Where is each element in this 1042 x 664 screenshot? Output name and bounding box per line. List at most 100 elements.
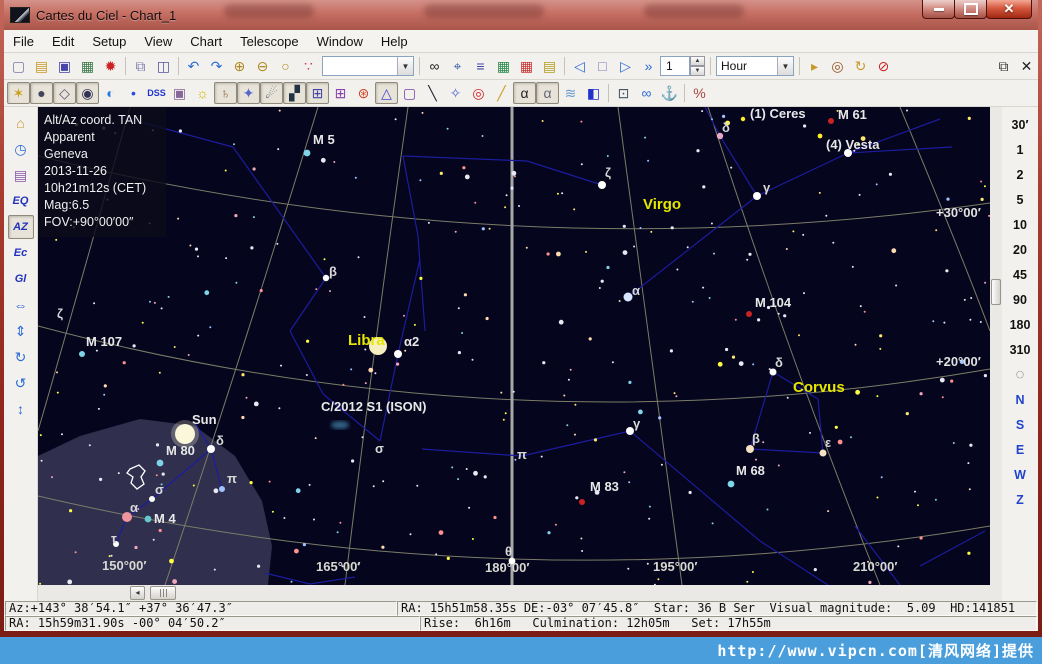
time-stop-button[interactable]: □ [591,55,614,77]
time-step-back-button[interactable]: ◁ [568,55,591,77]
gamma-vir-star[interactable] [753,192,761,200]
label-alt20[interactable]: +20°00′ [936,354,981,369]
link-charts-button[interactable]: ∞ [635,82,658,104]
label-alpha-vir[interactable]: α [632,283,640,298]
show-nebula-outlines-button[interactable]: ◇ [53,82,76,104]
telescope-slew-button[interactable]: ▸ [803,55,826,77]
horizontal-scroll-thumb[interactable] [150,586,176,600]
copy-chart-button[interactable]: ⧉ [129,55,152,77]
label-az180[interactable]: 180°00′ [485,560,529,575]
background-image-button[interactable]: ▣ [168,82,191,104]
time-step-forward-button[interactable]: ▷ [614,55,637,77]
menu-view[interactable]: View [135,31,181,52]
fov-button-310[interactable]: 310 [1004,337,1036,362]
print-button[interactable]: ▦ [76,55,99,77]
fov-button-10[interactable]: 10 [1004,212,1036,237]
label-m5[interactable]: M 5 [313,132,335,147]
flip-vertical-button[interactable]: ⇕ [8,319,34,343]
fov-button-1[interactable]: 1 [1004,137,1036,162]
m107[interactable] [79,351,85,357]
label-libra[interactable]: Libra [348,332,385,349]
panel-close-button[interactable]: ✕ [1015,55,1038,77]
minimize-button[interactable] [922,0,955,19]
fov-button-90[interactable]: 90 [1004,287,1036,312]
anchor-button[interactable]: ⚓ [658,82,681,104]
m83[interactable] [579,499,585,505]
label-virgo[interactable]: Virgo [643,196,681,213]
label-az195[interactable]: 195°00′ [653,559,697,574]
vertical-scrollbar[interactable] [990,107,1002,601]
add-label-button[interactable]: ⊡ [612,82,635,104]
menu-window[interactable]: Window [308,31,372,52]
label-az210[interactable]: 210°00′ [853,559,897,574]
sky-brightness-button[interactable]: ☼ [191,82,214,104]
menu-chart[interactable]: Chart [181,31,231,52]
fov-button-2[interactable]: 2 [1004,162,1036,187]
show-nebulae-button[interactable]: ● [30,82,53,104]
label-m4[interactable]: M 4 [154,511,176,526]
menu-file[interactable]: File [4,31,43,52]
alpha2-lib-star[interactable] [394,350,402,358]
direction-button-w[interactable]: W [1004,462,1036,487]
observatory-button[interactable]: ⌂ [8,111,34,135]
label-pi-hya[interactable]: π [517,447,527,462]
sky-chart-canvas[interactable]: (1) CeresM 61(4) VestaδγVirgoM 5ζζM 107β… [38,107,990,585]
scroll-left-arrow-icon[interactable]: ◂ [130,586,145,600]
label-m83[interactable]: M 83 [590,479,619,494]
label-m68[interactable]: M 68 [736,463,765,478]
menu-help[interactable]: Help [372,31,417,52]
show-solar-system-button[interactable]: ♄ [214,82,237,104]
sky-chart[interactable]: Alt/Az coord. TANApparentGeneva2013-11-2… [38,107,990,585]
horizontal-scrollbar[interactable]: ◂ [38,585,990,601]
label-alpha2-lib[interactable]: α2 [404,334,419,349]
panel-restore-button[interactable]: ⧉ [992,55,1015,77]
label-alt30[interactable]: +30°00′ [936,205,981,220]
constellation-art-button[interactable]: ≋ [559,82,582,104]
fov-button-20[interactable]: 20 [1004,237,1036,262]
delta-sco-star[interactable] [207,445,215,453]
sun[interactable] [175,424,195,444]
open-chart-button[interactable]: ▤ [30,55,53,77]
label-sigma-sco[interactable]: σ [155,482,164,497]
zoom-out-button[interactable]: ⊖ [251,55,274,77]
direction-button-e[interactable]: E [1004,437,1036,462]
label-gamma-vir[interactable]: γ [763,180,771,195]
chart-settings-button[interactable]: ▤ [8,163,34,187]
time-unit-combobox[interactable]: Hour▼ [716,56,794,76]
vesta[interactable] [818,134,823,139]
show-comets-button[interactable]: ☄ [260,82,283,104]
twilight-button[interactable]: ▤ [538,55,561,77]
chevron-down-icon[interactable]: ▼ [397,57,413,75]
show-milky-way-button[interactable]: ▞ [283,82,306,104]
vertical-scroll-thumb[interactable] [991,279,1001,305]
zoom-in-button[interactable]: ⊕ [228,55,251,77]
zeta-ser-star[interactable] [598,181,606,189]
coord-galactic-button[interactable]: Gl [8,267,34,291]
show-constellation-lines-button[interactable]: △ [375,82,398,104]
show-asteroids-button[interactable]: ✦ [237,82,260,104]
label-ceres[interactable]: (1) Ceres [750,107,806,121]
menu-telescope[interactable]: Telescope [231,31,308,52]
save-chart-button[interactable]: ▣ [53,55,76,77]
show-proportional-button[interactable]: % [688,82,711,104]
show-field-marks-button[interactable]: ✧ [444,82,467,104]
label-m107[interactable]: M 107 [86,334,122,349]
date-time-button[interactable]: ◷ [8,137,34,161]
label-beta-crv[interactable]: β [752,431,760,446]
close-button[interactable]: ✕ [986,0,1032,19]
time-step-input[interactable]: 1 [660,56,690,76]
direction-button-n[interactable]: N [1004,387,1036,412]
edit-labels-button[interactable]: α [536,82,559,104]
coord-eq-button[interactable]: EQ [8,189,34,213]
telescope-abort-button[interactable]: ⊘ [872,55,895,77]
pi-sco-star[interactable] [219,486,225,492]
redo-button[interactable]: ↷ [205,55,228,77]
label-gamma-hya[interactable]: γ [633,416,641,431]
label-m80[interactable]: M 80 [166,443,195,458]
label-theta[interactable]: θ [505,544,512,559]
m5[interactable] [304,150,311,157]
label-sun[interactable]: Sun [192,412,217,427]
show-az-grid-button[interactable]: ⊞ [306,82,329,104]
label-beta-lib[interactable]: β [329,264,337,279]
telescope-target-button[interactable]: ◎ [826,55,849,77]
